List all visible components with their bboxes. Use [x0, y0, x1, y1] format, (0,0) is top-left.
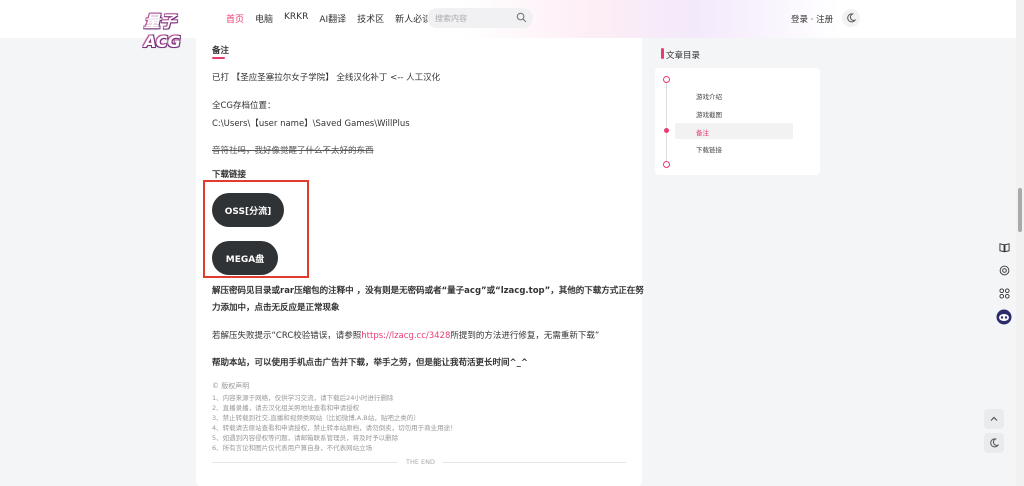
moon-icon — [847, 13, 856, 23]
toc-timeline — [666, 78, 667, 164]
main-nav: 首页 电脑 KRKR AI翻译 技术区 新人必读 — [226, 12, 442, 25]
nav-item-newbie[interactable]: 新人必读 — [395, 12, 431, 25]
end-divider-left — [212, 462, 398, 463]
toc-item-screenshots[interactable]: 游戏截图 — [696, 109, 722, 119]
unzip-text-line1: 解压密码见目录或rar压缩包的注释中 ，没有则是无密码或者“量子acg”或“lz… — [212, 286, 644, 296]
nav-item-tech[interactable]: 技术区 — [357, 12, 384, 25]
search-input[interactable]: 搜索内容 — [427, 8, 533, 28]
cg-label: 全CG存档位置： — [212, 101, 276, 111]
help-text: 帮助本站，可以使用手机点击广告并下载，举手之劳，但是能让我苟活更长时间^_^ — [212, 358, 528, 368]
bot-icon — [996, 309, 1012, 325]
nav-item-ai-translate[interactable]: AI翻译 — [319, 12, 346, 25]
book-icon — [998, 242, 1010, 252]
strikethrough-text: 音符社吗，我好像觉醒了什么不太好的东西 — [212, 146, 374, 156]
toc-active-highlight — [675, 123, 793, 139]
toc-end-marker — [663, 161, 670, 168]
assistant-button[interactable] — [995, 308, 1013, 326]
note-heading: 备注 — [212, 46, 230, 56]
copyright-line: 4、转载请去原站查看和申请授权，禁止转本站原档，请勿倒卖，切勿用于商业用途！ — [212, 424, 457, 432]
site-logo[interactable]: 量子ACG — [144, 8, 208, 51]
crc-text: 若解压失败提示“CRC校验错误，请参照https://lzacg.cc/3428… — [212, 329, 599, 341]
patched-text: 已打 【圣应圣塞拉尔女子学院】 全线汉化补丁 <-- 人工汉化 — [212, 73, 441, 83]
toc-card: 游戏介绍 游戏截图 备注 下载链接 — [655, 68, 820, 175]
nav-item-pc[interactable]: 电脑 — [255, 12, 273, 25]
toc-item-download[interactable]: 下载链接 — [696, 144, 722, 154]
crc-text-before: 若解压失败提示“CRC校验错误，请参照 — [212, 331, 362, 341]
note-heading-underline — [212, 57, 225, 59]
article-card: 备注 已打 【圣应圣塞拉尔女子学院】 全线汉化补丁 <-- 人工汉化 全CG存档… — [196, 38, 644, 486]
toc-item-notes[interactable]: 备注 — [696, 127, 709, 137]
toc-item-intro[interactable]: 游戏介绍 — [696, 91, 722, 101]
crc-text-after: 所提到的方法进行修复，无需重新下载” — [450, 331, 600, 341]
globe-button[interactable] — [995, 261, 1013, 279]
toc-active-dot — [664, 128, 669, 133]
cg-path: C:\Users\【user name】\Saved Games\WillPlu… — [212, 119, 410, 129]
end-divider-right — [442, 462, 626, 463]
toc-title-marker — [661, 48, 664, 59]
copyright-line: 1、内容来源于网络，仅供学习交流，请下载后24小时进行删除 — [212, 394, 394, 402]
top-header: 量子ACG 首页 电脑 KRKR AI翻译 技术区 新人必读 搜索内容 登录 ·… — [0, 0, 1024, 51]
grid-icon — [998, 287, 1010, 299]
copyright-line: 6、所有言论和图片仅代表用户算自身，不代表网站立场 — [212, 444, 373, 452]
book-button[interactable] — [995, 238, 1013, 256]
mega-download-button[interactable]: MEGA盘 — [212, 241, 278, 275]
oss-download-button[interactable]: OSS[分流] — [212, 193, 284, 227]
scrollbar-track[interactable] — [1016, 0, 1024, 486]
copyright-line: 3、禁止转载到社交,直播和视频类网站（比如微博,A,B站，贴吧之类的） — [212, 414, 420, 422]
theme-toggle-bottom-button[interactable] — [984, 433, 1004, 453]
moon-icon — [990, 438, 999, 448]
back-to-top-button[interactable] — [984, 409, 1004, 429]
crc-link[interactable]: https://lzacg.cc/3428 — [361, 331, 450, 341]
copyright-line: 5、如遇到内容侵权等问题，请邮箱联系管理员，将及时予以删除 — [212, 434, 399, 442]
copyright-title: © 版权声明 — [212, 382, 250, 390]
toc-title: 文章目录 — [666, 51, 701, 61]
login-register-link[interactable]: 登录 · 注册 — [791, 13, 833, 25]
the-end-label: THE END — [406, 458, 436, 466]
apps-button[interactable] — [995, 284, 1013, 302]
nav-item-home[interactable]: 首页 — [226, 12, 244, 25]
search-placeholder: 搜索内容 — [435, 14, 467, 23]
globe-icon — [999, 265, 1009, 275]
unzip-text-line2: 力添加中，点击无反应是正常现象 — [212, 303, 340, 313]
nav-item-krkr[interactable]: KRKR — [284, 12, 308, 25]
theme-toggle-button[interactable] — [842, 9, 860, 27]
scrollbar-thumb[interactable] — [1018, 188, 1022, 232]
toc-start-marker — [663, 76, 670, 83]
chevron-up-icon — [990, 416, 998, 421]
search-icon[interactable] — [516, 12, 527, 23]
download-heading: 下载链接 — [212, 170, 247, 180]
copyright-line: 2、直播录播，请去汉化组关照地址查看和申请授权 — [212, 404, 360, 412]
